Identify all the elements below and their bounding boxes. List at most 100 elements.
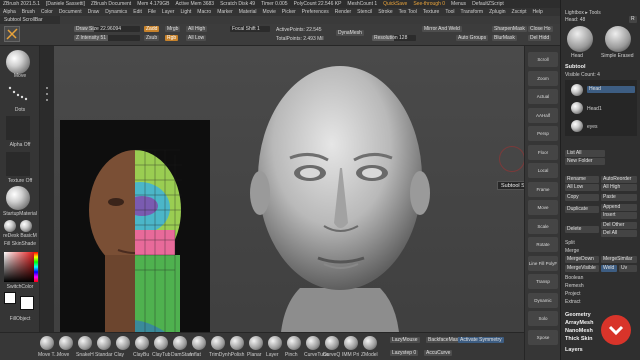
menu-item-transform[interactable]: Transform: [461, 9, 484, 15]
brush-5-icon[interactable]: [135, 336, 149, 350]
rename-button[interactable]: Rename: [565, 176, 599, 183]
hue-strip[interactable]: [34, 252, 38, 282]
menu-item-zscript[interactable]: Zscript: [512, 9, 527, 15]
extract-header[interactable]: Extract: [565, 299, 581, 305]
shelf-dynamic-button[interactable]: Dynamic: [528, 292, 558, 308]
all-high-button-rp[interactable]: All High: [601, 184, 637, 191]
draw-size-slider[interactable]: Draw Size 22.96094: [74, 26, 140, 32]
simple-eraser-thumbnail[interactable]: [605, 26, 631, 52]
arraymesh-header[interactable]: ArrayMesh: [565, 320, 593, 326]
delete-button[interactable]: Delete: [565, 226, 599, 233]
shelf-frame-button[interactable]: Frame: [528, 181, 558, 197]
shelf-persp-button[interactable]: Persp: [528, 126, 558, 141]
mirror-and-weld-button[interactable]: Mirror And Weld: [422, 26, 462, 32]
menu-item-movie[interactable]: Movie: [263, 9, 276, 15]
menu-item-draw[interactable]: Draw: [88, 9, 100, 15]
brush-3-icon[interactable]: [97, 336, 111, 350]
focal-shift-slider[interactable]: Focal Shift 1: [230, 26, 270, 32]
brush-14-icon[interactable]: [306, 336, 320, 350]
subtool-thumb-eyes[interactable]: [571, 120, 583, 132]
shelf-solo-button[interactable]: Solo: [528, 311, 558, 326]
menu-item-edit[interactable]: Edit: [133, 9, 142, 15]
merge-visible-button[interactable]: MergeVisible: [565, 265, 599, 272]
menu-item-tool[interactable]: Tool: [445, 9, 454, 15]
menu-item-help[interactable]: Help: [533, 9, 543, 15]
brush-11-icon[interactable]: [249, 336, 263, 350]
list-all-button[interactable]: List All: [565, 150, 605, 157]
subtool-item-head[interactable]: Head: [587, 86, 635, 93]
brush-1-icon[interactable]: [59, 336, 73, 350]
shelf-aahalf-button[interactable]: AAHalf: [528, 107, 558, 123]
brush-8-icon[interactable]: [192, 336, 206, 350]
merge-header[interactable]: Merge: [565, 248, 579, 254]
menu-item-dynamics[interactable]: Dynamics: [105, 9, 127, 15]
menu-item-color[interactable]: Color: [41, 9, 53, 15]
material-thumbnail[interactable]: [6, 186, 30, 210]
menu-item-light[interactable]: Light: [180, 9, 191, 15]
redesk-sphere[interactable]: [4, 220, 16, 232]
head-tool-thumbnail[interactable]: [567, 26, 593, 52]
subtool-thumb-head[interactable]: [571, 84, 583, 96]
brush-7-icon[interactable]: [173, 336, 187, 350]
brush-4-icon[interactable]: [116, 336, 130, 350]
sculpted-head-model[interactable]: [220, 58, 460, 350]
menu-item-picker[interactable]: Picker: [282, 9, 296, 15]
brush-17-icon[interactable]: [363, 336, 377, 350]
del-hidden-button[interactable]: Del Hidd: [528, 35, 552, 41]
stroke-thumbnail[interactable]: [6, 82, 30, 106]
remesh-header[interactable]: Remesh: [565, 283, 584, 289]
shelf-xpose-button[interactable]: Xpose: [528, 329, 558, 345]
menu-item-texture[interactable]: Texture: [423, 9, 439, 15]
shelf-local-button[interactable]: Local: [528, 163, 558, 178]
brush-6-icon[interactable]: [154, 336, 168, 350]
secondary-color-swatch[interactable]: [20, 296, 34, 310]
boolean-header[interactable]: Boolean: [565, 275, 583, 281]
lightbox-tools-label[interactable]: Lightbox ▸ Tools: [565, 10, 601, 16]
project-header[interactable]: Project: [565, 291, 581, 297]
all-high-button[interactable]: All High: [186, 26, 208, 32]
copy-button[interactable]: Copy: [565, 194, 599, 201]
sharpen-mask-button[interactable]: SharpenMask: [492, 26, 527, 32]
dynamesh-button[interactable]: DynaMesh: [336, 30, 364, 36]
r-badge[interactable]: R: [629, 16, 637, 23]
brush-thumbnail[interactable]: [6, 50, 30, 74]
layers-header[interactable]: Layers: [565, 347, 583, 353]
quicksave-button[interactable]: QuickSave: [383, 1, 407, 7]
lazymouse-button[interactable]: LazyMouse: [390, 337, 420, 343]
viewport-canvas[interactable]: [54, 46, 524, 350]
shelf-zoom-button[interactable]: Zoom: [528, 70, 558, 86]
see-through-slider[interactable]: See-through 0: [413, 1, 445, 7]
thick-skin-header[interactable]: Thick Skin: [565, 336, 593, 342]
activate-symmetry-button[interactable]: Activate Symmetry: [458, 337, 504, 343]
menu-item-material[interactable]: Material: [239, 9, 257, 15]
brush-16-icon[interactable]: [344, 336, 358, 350]
shelf-line-fill-polyf-button[interactable]: Line Fill PolyF: [528, 255, 558, 271]
merge-down-button[interactable]: MergeDown: [565, 256, 599, 263]
color-picker[interactable]: [4, 252, 34, 282]
switch-color-label[interactable]: SwitchColor: [2, 284, 38, 290]
subtool-header[interactable]: Subtool: [565, 64, 585, 70]
menu-item-marker[interactable]: Marker: [217, 9, 233, 15]
brush-10-icon[interactable]: [230, 336, 244, 350]
menus-toggle[interactable]: Menus: [451, 1, 466, 7]
nanomesh-header[interactable]: NanoMesh: [565, 328, 593, 334]
auto-groups-button[interactable]: Auto Groups: [456, 35, 489, 41]
menu-item-brush[interactable]: Brush: [22, 9, 35, 15]
default-script-button[interactable]: DefaultZScript: [472, 1, 504, 7]
brush-13-icon[interactable]: [287, 336, 301, 350]
menu-item-render[interactable]: Render: [335, 9, 351, 15]
subtool-item-head1[interactable]: Head1: [587, 106, 602, 112]
all-low-button-rp[interactable]: All Low: [565, 184, 599, 191]
duplicate-button[interactable]: Duplicate: [565, 206, 599, 213]
geometry-header[interactable]: Geometry: [565, 312, 591, 318]
paste-button[interactable]: Paste: [601, 194, 637, 201]
lazystep-slider[interactable]: Lazystep 0: [390, 350, 419, 356]
shelf-actual-button[interactable]: Actual: [528, 89, 558, 104]
resolution-slider[interactable]: Resolution 128: [372, 35, 416, 41]
merge-similar-button[interactable]: MergeSimilar: [601, 256, 637, 263]
menu-item-stroke[interactable]: Stroke: [378, 9, 392, 15]
append-button[interactable]: Append: [601, 204, 637, 211]
basic-material-sphere[interactable]: [20, 220, 32, 232]
texture-thumbnail[interactable]: [6, 152, 30, 176]
brush-9-icon[interactable]: [211, 336, 225, 350]
